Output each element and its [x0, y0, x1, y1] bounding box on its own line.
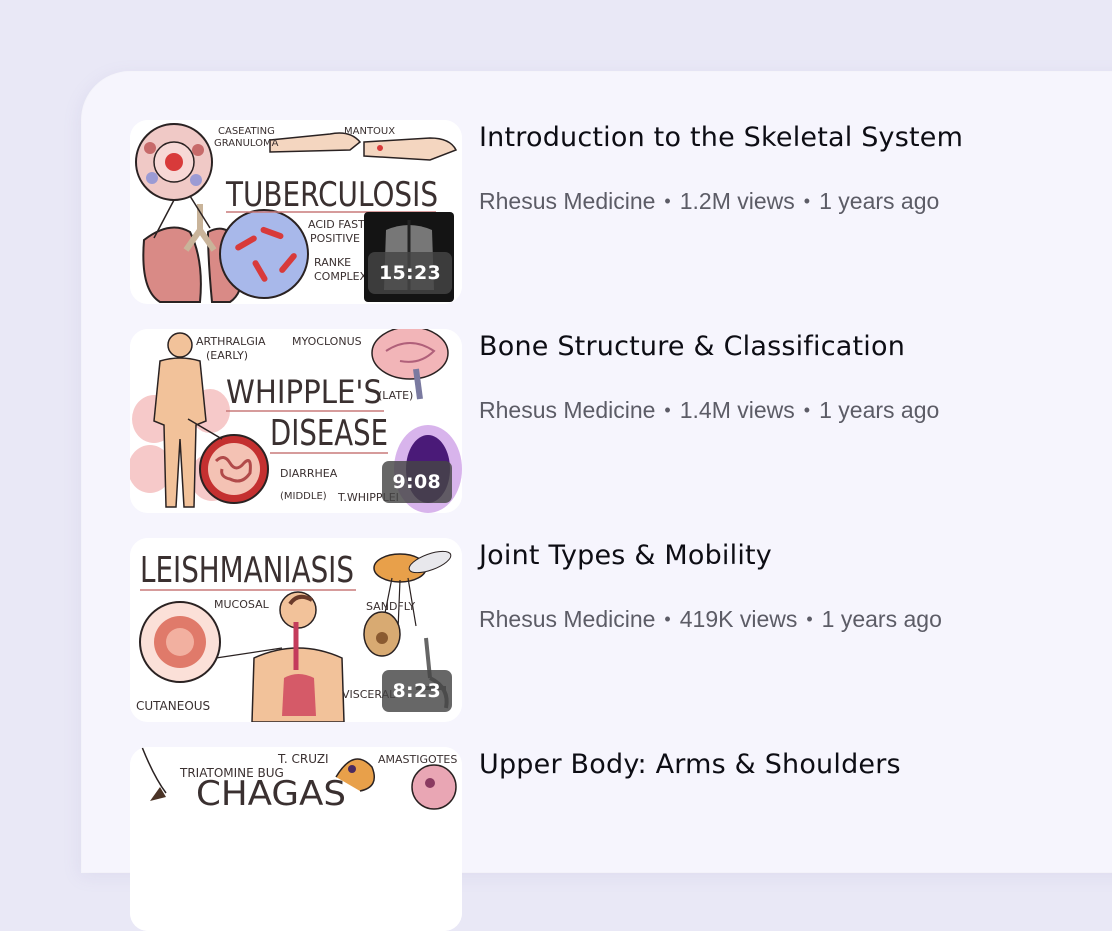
video-item[interactable]: TRIATOMINE BUG T. CRUZI AMASTIGOTES CHAG…	[130, 747, 1090, 931]
thumb-label: SANDFLY	[366, 600, 415, 613]
thumb-label: ARTHRALGIA	[196, 335, 266, 348]
video-title[interactable]: Bone Structure & Classification	[479, 331, 905, 362]
thumb-label: AMASTIGOTES	[378, 753, 457, 766]
thumb-label: GRANULOMA	[214, 138, 279, 149]
thumb-heading: CHAGAS	[196, 774, 346, 814]
video-item[interactable]: ARTHRALGIA (EARLY) MYOCLONUS (LATE) WHIP…	[130, 329, 1090, 513]
thumbnail-illustration: TRIATOMINE BUG T. CRUZI AMASTIGOTES CHAG…	[130, 747, 462, 931]
thumb-label: ACID FAST	[308, 218, 365, 231]
video-thumbnail[interactable]: TRIATOMINE BUG T. CRUZI AMASTIGOTES CHAG…	[130, 747, 462, 931]
thumb-label: (EARLY)	[206, 349, 248, 362]
thumb-heading: TUBERCULOSIS	[225, 175, 438, 215]
video-item[interactable]: LEISHMANIASIS MUCOSAL SANDFLY CUTANEOUS	[130, 538, 1090, 722]
video-thumbnail[interactable]: LEISHMANIASIS MUCOSAL SANDFLY CUTANEOUS	[130, 538, 462, 722]
thumb-heading: DISEASE	[270, 413, 388, 454]
view-count: 1.4M views	[679, 397, 795, 423]
separator-dot: •	[803, 400, 811, 420]
duration-badge: 15:23	[368, 252, 452, 294]
video-thumbnail[interactable]: CASEATING GRANULOMA MANTOUX TUBERCULOSIS…	[130, 120, 462, 304]
video-title[interactable]: Upper Body: Arms & Shoulders	[479, 749, 901, 780]
upload-age: 1 years ago	[819, 397, 940, 423]
video-item[interactable]: CASEATING GRANULOMA MANTOUX TUBERCULOSIS…	[130, 120, 1090, 304]
video-meta: Rhesus Medicine • 1.2M views • 1 years ago	[479, 188, 939, 215]
thumb-label: RANKE	[314, 256, 351, 269]
separator-dot: •	[664, 609, 671, 629]
video-meta: Rhesus Medicine • 419K views • 1 years ago	[479, 606, 942, 633]
thumb-label: MUCOSAL	[214, 598, 270, 611]
view-count: 419K views	[679, 606, 798, 632]
thumb-label: (LATE)	[378, 389, 413, 402]
video-title[interactable]: Introduction to the Skeletal System	[479, 122, 963, 153]
duration-badge: 9:08	[381, 461, 452, 503]
thumb-label: MANTOUX	[344, 126, 395, 137]
thumb-label: MYOCLONUS	[292, 335, 362, 348]
channel-name[interactable]: Rhesus Medicine	[479, 606, 655, 632]
thumb-label: POSITIVE	[310, 232, 360, 245]
separator-dot: •	[664, 191, 671, 211]
thumb-heading: LEISHMANIASIS	[140, 550, 354, 591]
thumb-label: DIARRHEA	[280, 467, 338, 480]
separator-dot: •	[806, 609, 813, 629]
duration-badge: 8:23	[381, 670, 452, 712]
separator-dot: •	[664, 400, 671, 420]
thumb-label: CUTANEOUS	[136, 699, 210, 713]
thumb-label: (MIDDLE)	[280, 491, 327, 502]
upload-age: 1 years ago	[819, 188, 940, 214]
video-thumbnail[interactable]: ARTHRALGIA (EARLY) MYOCLONUS (LATE) WHIP…	[130, 329, 462, 513]
separator-dot: •	[803, 191, 811, 211]
channel-name[interactable]: Rhesus Medicine	[479, 397, 655, 423]
thumb-label: CASEATING	[218, 126, 275, 137]
thumb-label: COMPLEX	[314, 270, 368, 283]
view-count: 1.2M views	[679, 188, 795, 214]
upload-age: 1 years ago	[821, 606, 942, 632]
video-title[interactable]: Joint Types & Mobility	[479, 540, 772, 571]
channel-name[interactable]: Rhesus Medicine	[479, 188, 655, 214]
thumb-heading: WHIPPLE'S	[226, 373, 382, 411]
video-meta: Rhesus Medicine • 1.4M views • 1 years ago	[479, 397, 939, 424]
thumb-label: T. CRUZI	[277, 752, 329, 766]
